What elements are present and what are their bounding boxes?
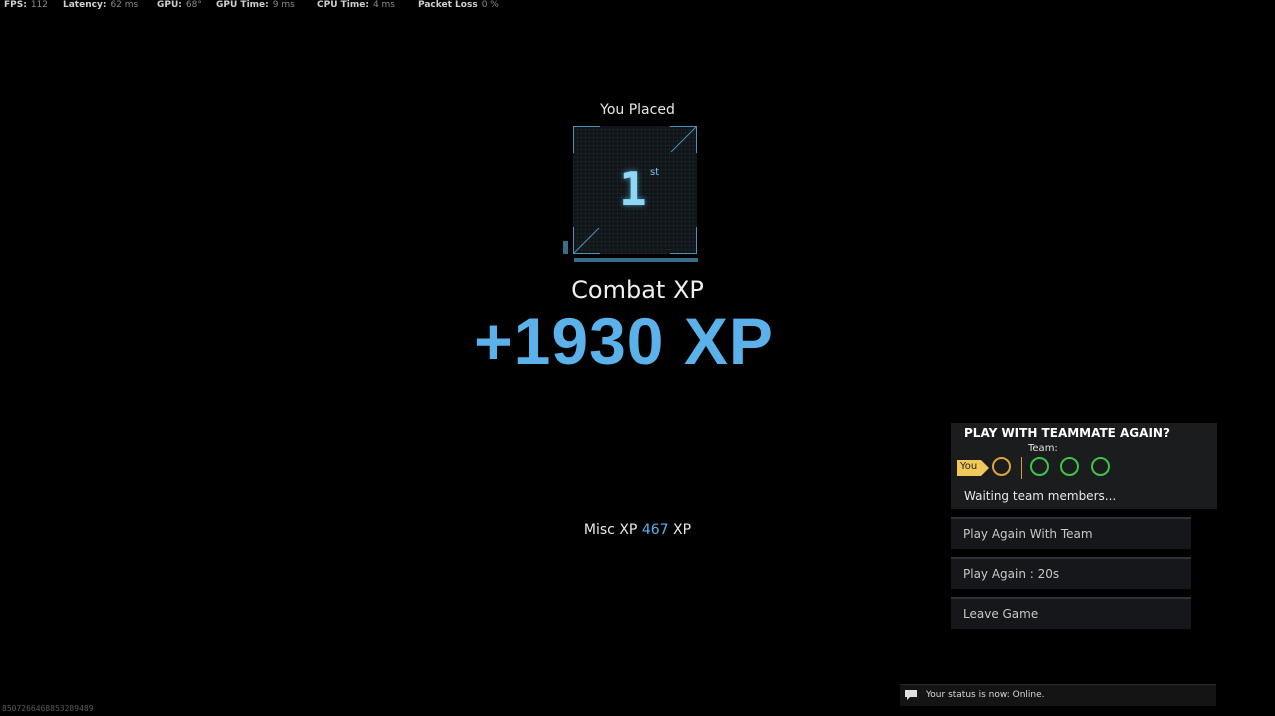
- gpu-value: 68°: [185, 0, 202, 10]
- status-toast-text: Your status is now: Online.: [926, 690, 1045, 700]
- team-slot: [1030, 457, 1049, 476]
- placement-badge: 1 st: [573, 126, 697, 254]
- cpu-time-value: 4 ms: [372, 0, 395, 10]
- team-label: Team:: [1028, 443, 1058, 454]
- placement-side-bar: [563, 241, 568, 254]
- placement-suffix: st: [650, 167, 660, 178]
- play-again-button[interactable]: Play Again : 20s: [951, 557, 1191, 589]
- team-divider: [1021, 457, 1022, 479]
- gpu-time-stat: GPU Time: 9 ms: [216, 0, 295, 11]
- gpu-label: GPU:: [157, 0, 182, 10]
- you-tag-label: You: [960, 461, 978, 472]
- gpu-time-label: GPU Time:: [216, 0, 269, 10]
- fps-stat: FPS: 112: [4, 0, 48, 11]
- combat-xp-value: +1930 XP: [474, 304, 774, 378]
- placement-label: You Placed: [600, 102, 675, 118]
- status-toast: Your status is now: Online.: [900, 684, 1216, 706]
- fps-value: 112: [30, 0, 49, 10]
- packet-loss-value: 0 %: [481, 0, 499, 10]
- gpu-time-value: 9 ms: [272, 0, 295, 10]
- misc-xp-prefix: Misc XP: [583, 522, 638, 538]
- team-panel-title: PLAY WITH TEAMMATE AGAIN?: [964, 426, 1170, 440]
- post-match-screen: FPS: 112 Latency: 62 ms GPU: 68° GPU Time: 9…: [0, 0, 1275, 716]
- misc-xp-value: 467: [641, 522, 669, 538]
- latency-value: 62 ms: [110, 0, 139, 10]
- cpu-time-stat: CPU Time: 4 ms: [317, 0, 395, 11]
- chat-bubble-icon: [905, 690, 917, 700]
- packet-loss-label: Packet Loss: [418, 0, 478, 10]
- misc-xp-suffix: XP: [673, 522, 692, 538]
- fps-label: FPS:: [4, 0, 27, 10]
- placement-number: 1: [619, 162, 647, 216]
- team-slot: [1091, 457, 1110, 476]
- cpu-time-label: CPU Time:: [317, 0, 369, 10]
- latency-label: Latency:: [63, 0, 107, 10]
- team-status: Waiting team members...: [964, 489, 1117, 503]
- build-id: 8507266468853289489: [2, 704, 94, 713]
- combat-xp-label: Combat XP: [571, 276, 704, 304]
- team-slot-you: [992, 457, 1011, 476]
- latency-stat: Latency: 62 ms: [63, 0, 138, 11]
- team-slot: [1060, 457, 1079, 476]
- you-tag: You: [957, 460, 989, 476]
- gpu-stat: GPU: 68°: [157, 0, 202, 11]
- packet-loss-stat: Packet Loss 0 %: [418, 0, 499, 11]
- team-panel: PLAY WITH TEAMMATE AGAIN? Team: You Wait…: [951, 423, 1217, 509]
- leave-game-button[interactable]: Leave Game: [951, 597, 1191, 629]
- placement-underline: [574, 258, 698, 262]
- play-again-with-team-button[interactable]: Play Again With Team: [951, 517, 1191, 549]
